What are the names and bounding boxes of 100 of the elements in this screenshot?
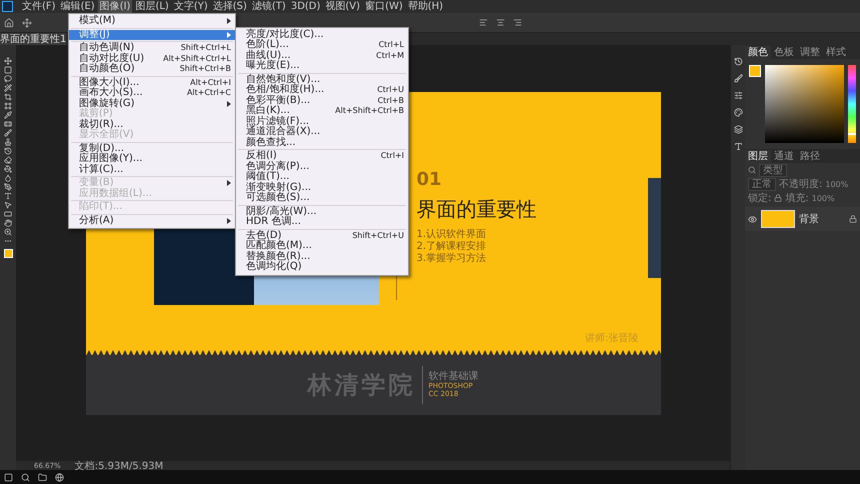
move-icon[interactable] <box>22 18 32 28</box>
menu-item[interactable]: 渐变映射(G)... <box>236 182 408 193</box>
eyedropper-icon[interactable] <box>4 111 12 119</box>
menu-item[interactable]: 画布大小(S)... Alt+Ctrl+C <box>69 88 235 98</box>
menu-item[interactable]: 阈值(T)... <box>236 172 408 182</box>
menu-item[interactable]: 阴影/高光(W)... <box>236 206 408 217</box>
lock-icon[interactable] <box>774 194 782 202</box>
menu-title[interactable]: 3D(D) <box>288 0 322 13</box>
panel-tab[interactable]: 颜色 <box>745 46 771 59</box>
marquee-icon[interactable] <box>4 66 12 74</box>
menu-title[interactable]: 图像(I) <box>98 0 132 13</box>
menu-item[interactable]: 自动色调(N) Shift+Ctrl+L <box>69 43 235 54</box>
brush-icon[interactable] <box>734 74 742 83</box>
menu-item[interactable]: 色阶(L)... Ctrl+L <box>236 40 408 50</box>
home-icon[interactable] <box>4 18 14 28</box>
menu-title[interactable]: 视图(V) <box>323 0 362 13</box>
paint-bucket-icon[interactable] <box>4 165 12 173</box>
start-icon[interactable] <box>4 472 13 482</box>
type-icon[interactable] <box>4 192 12 200</box>
menu-item[interactable]: 色调均化(Q) <box>236 262 408 272</box>
menu-item[interactable]: 应用图像(Y)... <box>69 154 235 164</box>
panel-tab[interactable]: 样式 <box>823 46 849 59</box>
foreground-color-swatch[interactable] <box>749 65 761 77</box>
menu-item[interactable]: 图像大小(I)... Alt+Ctrl+I <box>69 78 235 88</box>
menu-title[interactable]: 编辑(E) <box>58 0 97 13</box>
move-icon[interactable] <box>4 57 12 65</box>
menu-item[interactable]: 计算(C)... <box>69 164 235 175</box>
menu-item[interactable]: 模式(M) <box>69 16 235 26</box>
menu-item[interactable]: 色相/饱和度(H)... Ctrl+U <box>236 85 408 96</box>
hand-icon[interactable] <box>4 219 12 227</box>
eraser-icon[interactable] <box>4 156 12 164</box>
panel-tab[interactable]: 调整 <box>797 46 823 59</box>
menu-title[interactable]: 帮助(H) <box>406 0 446 13</box>
layer-filter-field[interactable]: 类型 <box>759 164 787 176</box>
lasso-icon[interactable] <box>4 75 12 83</box>
blend-mode-select[interactable]: 正常 <box>748 178 776 190</box>
menu-item[interactable]: 图像旋转(G) <box>69 98 235 109</box>
menu-item[interactable]: 曝光度(E)... <box>236 61 408 72</box>
pen-icon[interactable] <box>4 183 12 191</box>
menu-title[interactable]: 选择(S) <box>210 0 249 13</box>
magic-wand-icon[interactable] <box>4 84 12 92</box>
type-icon[interactable] <box>734 142 742 151</box>
opacity-label: 不透明度: <box>779 178 822 191</box>
menu-item[interactable]: 可选颜色(S)... <box>236 193 408 204</box>
panel-tab[interactable]: 路径 <box>797 150 823 163</box>
crop-icon[interactable] <box>4 93 12 101</box>
menu-title[interactable]: 文字(Y) <box>172 0 210 13</box>
menu-item[interactable]: 复制(D)... <box>69 144 235 154</box>
menu-item[interactable]: 色调分离(P)... <box>236 162 408 172</box>
menu-title[interactable]: 图层(L) <box>133 0 171 13</box>
menu-item[interactable]: 反相(I) Ctrl+I <box>236 151 408 162</box>
menu-item[interactable]: 分析(A) <box>69 216 235 226</box>
menu-item[interactable]: 通道混合器(X)... <box>236 127 408 138</box>
palette-icon[interactable] <box>734 108 742 117</box>
layers-icon[interactable] <box>734 125 742 134</box>
menu-item[interactable]: 色彩平衡(B)... Ctrl+B <box>236 96 408 106</box>
rectangle-icon[interactable] <box>4 210 12 218</box>
eye-icon[interactable] <box>748 214 757 224</box>
align-center-icon[interactable] <box>496 18 505 27</box>
menu-item[interactable]: 裁切(R)... <box>69 120 235 130</box>
menu-item[interactable]: 亮度/对比度(C)... <box>236 30 408 40</box>
history-icon[interactable] <box>734 57 742 66</box>
menu-item[interactable]: 匹配颜色(M)... <box>236 241 408 252</box>
menu-title[interactable]: 窗口(W) <box>363 0 405 13</box>
layer-row[interactable]: 背景 <box>745 207 860 231</box>
pointer-icon[interactable] <box>4 201 12 209</box>
zoom-icon[interactable] <box>4 228 12 236</box>
menu-title[interactable]: 滤镜(T) <box>250 0 288 13</box>
folder-icon[interactable] <box>38 472 47 482</box>
menu-item[interactable]: 照片滤镜(F)... <box>236 116 408 127</box>
menu-item[interactable]: 调整(J) <box>69 30 235 40</box>
stamp-icon[interactable] <box>4 138 12 146</box>
search-icon[interactable] <box>21 472 30 482</box>
menu-item[interactable]: 去色(D) Shift+Ctrl+U <box>236 230 408 241</box>
menu-item[interactable]: 颜色查找... <box>236 138 408 148</box>
menu-item: 应用数据组(L)... <box>78 188 153 199</box>
color-picker-field[interactable] <box>765 65 844 143</box>
panel-tab[interactable]: 色板 <box>771 46 797 59</box>
globe-icon[interactable] <box>55 472 64 482</box>
menu-item[interactable]: 曲线(U)... Ctrl+M <box>236 50 408 61</box>
history-brush-icon[interactable] <box>4 147 12 155</box>
brush-icon[interactable] <box>4 129 12 137</box>
align-left-icon[interactable] <box>479 18 488 27</box>
frame-icon[interactable] <box>4 102 12 110</box>
menu-title[interactable]: 文件(F) <box>20 0 58 13</box>
sliders-icon[interactable] <box>734 91 742 100</box>
menu-item[interactable]: 自然饱和度(V)... <box>236 74 408 85</box>
menu-item[interactable]: 替换颜色(R)... <box>236 252 408 262</box>
droplet-icon[interactable] <box>4 174 12 182</box>
align-right-icon[interactable] <box>513 18 522 27</box>
menu-item[interactable]: HDR 色调... <box>236 217 408 228</box>
foreground-color-swatch[interactable] <box>4 249 12 258</box>
document-tab[interactable]: 界面的重要性1 <box>0 33 66 45</box>
bandage-icon[interactable] <box>4 120 12 128</box>
panel-tab[interactable]: 图层 <box>745 150 771 163</box>
menu-item[interactable]: 自动颜色(O) Shift+Ctrl+B <box>69 64 235 74</box>
menu-item: 裁剪(P) <box>78 109 113 120</box>
panel-tab[interactable]: 通道 <box>771 150 797 163</box>
menu-item[interactable]: 自动对比度(U) Alt+Shift+Ctrl+L <box>69 54 235 64</box>
menu-item[interactable]: 黑白(K)... Alt+Shift+Ctrl+B <box>236 106 408 116</box>
